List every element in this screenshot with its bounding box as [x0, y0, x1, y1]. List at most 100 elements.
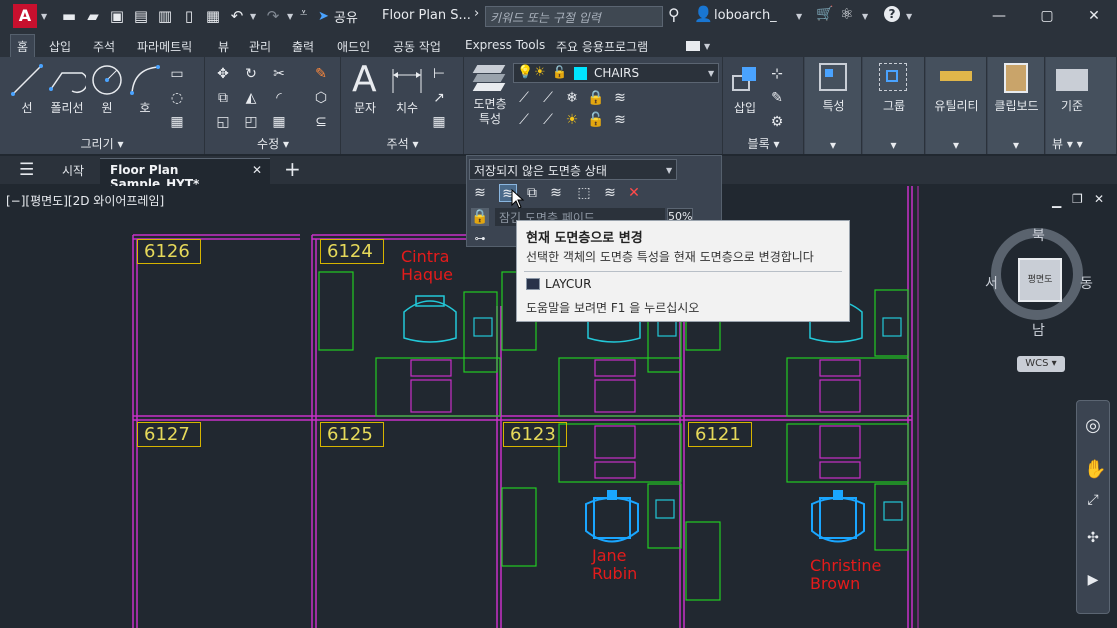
- fillet-icon[interactable]: ◜: [270, 89, 288, 107]
- tab-insert[interactable]: 삽입: [49, 38, 71, 55]
- viewport-minimize-icon[interactable]: ▁: [1052, 194, 1061, 208]
- hatch-icon[interactable]: ◌: [168, 89, 186, 107]
- hamburger-menu-icon[interactable]: ☰: [19, 160, 34, 180]
- viewcube-top-face[interactable]: 평면도: [1018, 258, 1062, 302]
- viewport-close-icon[interactable]: ✕: [1094, 192, 1104, 206]
- layer-merge-icon[interactable]: ≋: [601, 184, 619, 202]
- unlock-icon[interactable]: 🔓: [587, 111, 605, 129]
- start-tab[interactable]: 시작: [62, 162, 84, 179]
- layer-delete-icon[interactable]: ✕: [625, 184, 643, 202]
- undo-icon[interactable]: ↶: [228, 7, 246, 25]
- make-current-icon[interactable]: ≋: [611, 89, 629, 107]
- lock-fade-icon[interactable]: 🔒: [471, 208, 489, 226]
- boundary-icon[interactable]: ▦: [168, 113, 186, 131]
- offset-icon[interactable]: ⊆: [312, 113, 330, 131]
- circle-label[interactable]: 원: [94, 99, 120, 116]
- maximize-icon[interactable]: ▢: [1027, 5, 1067, 27]
- zoom-extents-icon[interactable]: ⤢: [1084, 491, 1102, 509]
- tab-collaborate[interactable]: 공동 작업: [393, 38, 441, 55]
- tab-manage[interactable]: 관리: [249, 38, 271, 55]
- rectangle-icon[interactable]: ▭: [168, 65, 186, 83]
- help-chevron-icon[interactable]: ▼: [906, 12, 912, 21]
- search-icon[interactable]: ⚲: [668, 5, 680, 24]
- help-icon[interactable]: ?: [884, 6, 900, 22]
- share-drawing-icon[interactable]: ▯: [180, 7, 198, 25]
- arc-icon[interactable]: [128, 63, 162, 97]
- cloud-save-icon[interactable]: ▥: [156, 7, 174, 25]
- new-file-icon[interactable]: ▬: [60, 7, 78, 25]
- pin-panel-icon[interactable]: ⊶: [471, 230, 489, 248]
- modify-panel-title[interactable]: 수정 ▾: [206, 135, 340, 152]
- arc-label[interactable]: 호: [132, 99, 158, 116]
- layer-on-all-icon[interactable]: ⟋: [515, 111, 533, 129]
- layer-off-icon[interactable]: ⟋: [515, 89, 533, 107]
- scale-icon[interactable]: ◰: [242, 113, 260, 131]
- steering-wheel-icon[interactable]: ◎: [1084, 417, 1102, 435]
- thaw-all-icon[interactable]: ☀: [563, 111, 581, 129]
- view-panel[interactable]: 기준 뷰 ▾ ▾: [1046, 57, 1117, 154]
- erase-icon[interactable]: ✎: [312, 65, 330, 83]
- tab-express-tools[interactable]: Express Tools: [465, 38, 545, 52]
- layer-match-icon[interactable]: ≋: [471, 184, 489, 202]
- orbit-icon[interactable]: ✣: [1084, 529, 1102, 547]
- tab-view[interactable]: 뷰: [218, 38, 229, 55]
- layer-freeze-icon[interactable]: ❄: [563, 89, 581, 107]
- copy-icon[interactable]: ⧉: [214, 89, 232, 107]
- block-panel-title[interactable]: 블록 ▾: [724, 135, 803, 152]
- ribbon-toggle-icon[interactable]: [686, 41, 700, 51]
- layer-isolate-icon[interactable]: ⟋: [539, 89, 557, 107]
- ribbon-toggle-chevron-icon[interactable]: ▼: [704, 42, 710, 51]
- draw-panel-title[interactable]: 그리기 ▾: [0, 135, 204, 152]
- layer-properties-label[interactable]: 도면층 특성: [469, 97, 511, 127]
- text-icon[interactable]: A: [352, 59, 377, 100]
- dimension-label[interactable]: 치수: [392, 99, 422, 116]
- save-icon[interactable]: ▣: [108, 7, 126, 25]
- showmotion-icon[interactable]: ▶: [1084, 571, 1102, 589]
- polyline-label[interactable]: 폴리선: [46, 99, 88, 116]
- user-chevron-icon[interactable]: ▼: [796, 12, 802, 21]
- current-layer-dropdown[interactable]: 💡 ☀ 🔓 CHAIRS ▼: [513, 63, 719, 83]
- annotation-panel-title[interactable]: 주석 ▾: [342, 135, 463, 152]
- utilities-panel[interactable]: 유틸리티 ▾: [926, 57, 987, 154]
- explode-icon[interactable]: ⬡: [312, 89, 330, 107]
- edit-block-icon[interactable]: ✎: [768, 89, 786, 107]
- tab-annotate[interactable]: 주석: [93, 38, 115, 55]
- close-icon[interactable]: ✕: [1074, 5, 1114, 27]
- app-chevron-icon[interactable]: ▼: [862, 12, 868, 21]
- dimension-icon[interactable]: [390, 63, 424, 97]
- line-label[interactable]: 선: [14, 99, 40, 116]
- viewcube-south[interactable]: 남: [1032, 320, 1045, 340]
- create-block-icon[interactable]: ⊹: [768, 65, 786, 83]
- user-name[interactable]: loboarch_: [714, 8, 777, 23]
- tab-featured-apps[interactable]: 주요 응용프로그램: [556, 38, 648, 55]
- redo-icon[interactable]: ↷: [264, 7, 282, 25]
- wcs-menu[interactable]: WCS ▾: [1017, 356, 1065, 372]
- mirror-icon[interactable]: ◭: [242, 89, 260, 107]
- viewcube-east[interactable]: 동: [1080, 273, 1093, 293]
- close-tab-icon[interactable]: ✕: [252, 163, 262, 177]
- redo-chevron-icon[interactable]: ▼: [287, 12, 293, 21]
- autocad-logo[interactable]: A: [13, 4, 37, 28]
- insert-block-icon[interactable]: [730, 65, 760, 93]
- open-folder-icon[interactable]: ▰: [84, 7, 102, 25]
- vp-freeze-icon[interactable]: ⬚: [575, 184, 593, 202]
- move-icon[interactable]: ✥: [214, 65, 232, 83]
- viewcube-north[interactable]: 북: [1032, 225, 1045, 245]
- user-icon[interactable]: 👤: [694, 5, 713, 23]
- insert-label[interactable]: 삽입: [728, 99, 762, 116]
- copy-objects-to-layer-icon[interactable]: ⧉: [523, 184, 541, 202]
- tab-output[interactable]: 출력: [292, 38, 314, 55]
- stretch-icon[interactable]: ◱: [214, 113, 232, 131]
- trim-icon[interactable]: ✂: [270, 65, 288, 83]
- layer-lock-icon[interactable]: 🔒: [587, 89, 605, 107]
- viewport-restore-icon[interactable]: ❐: [1072, 192, 1083, 206]
- share-button[interactable]: ➤ 공유: [318, 7, 358, 26]
- layer-walk-icon[interactable]: ≋: [547, 184, 565, 202]
- table-icon[interactable]: ▦: [430, 113, 448, 131]
- cart-icon[interactable]: 🛒: [816, 6, 833, 22]
- tab-home[interactable]: 홈: [10, 34, 36, 59]
- expand-chevron-icon[interactable]: ›: [474, 6, 479, 21]
- new-tab-plus-icon[interactable]: +: [284, 157, 301, 181]
- leader-icon[interactable]: ↗: [430, 89, 448, 107]
- unisolate-icon[interactable]: ⟋: [539, 111, 557, 129]
